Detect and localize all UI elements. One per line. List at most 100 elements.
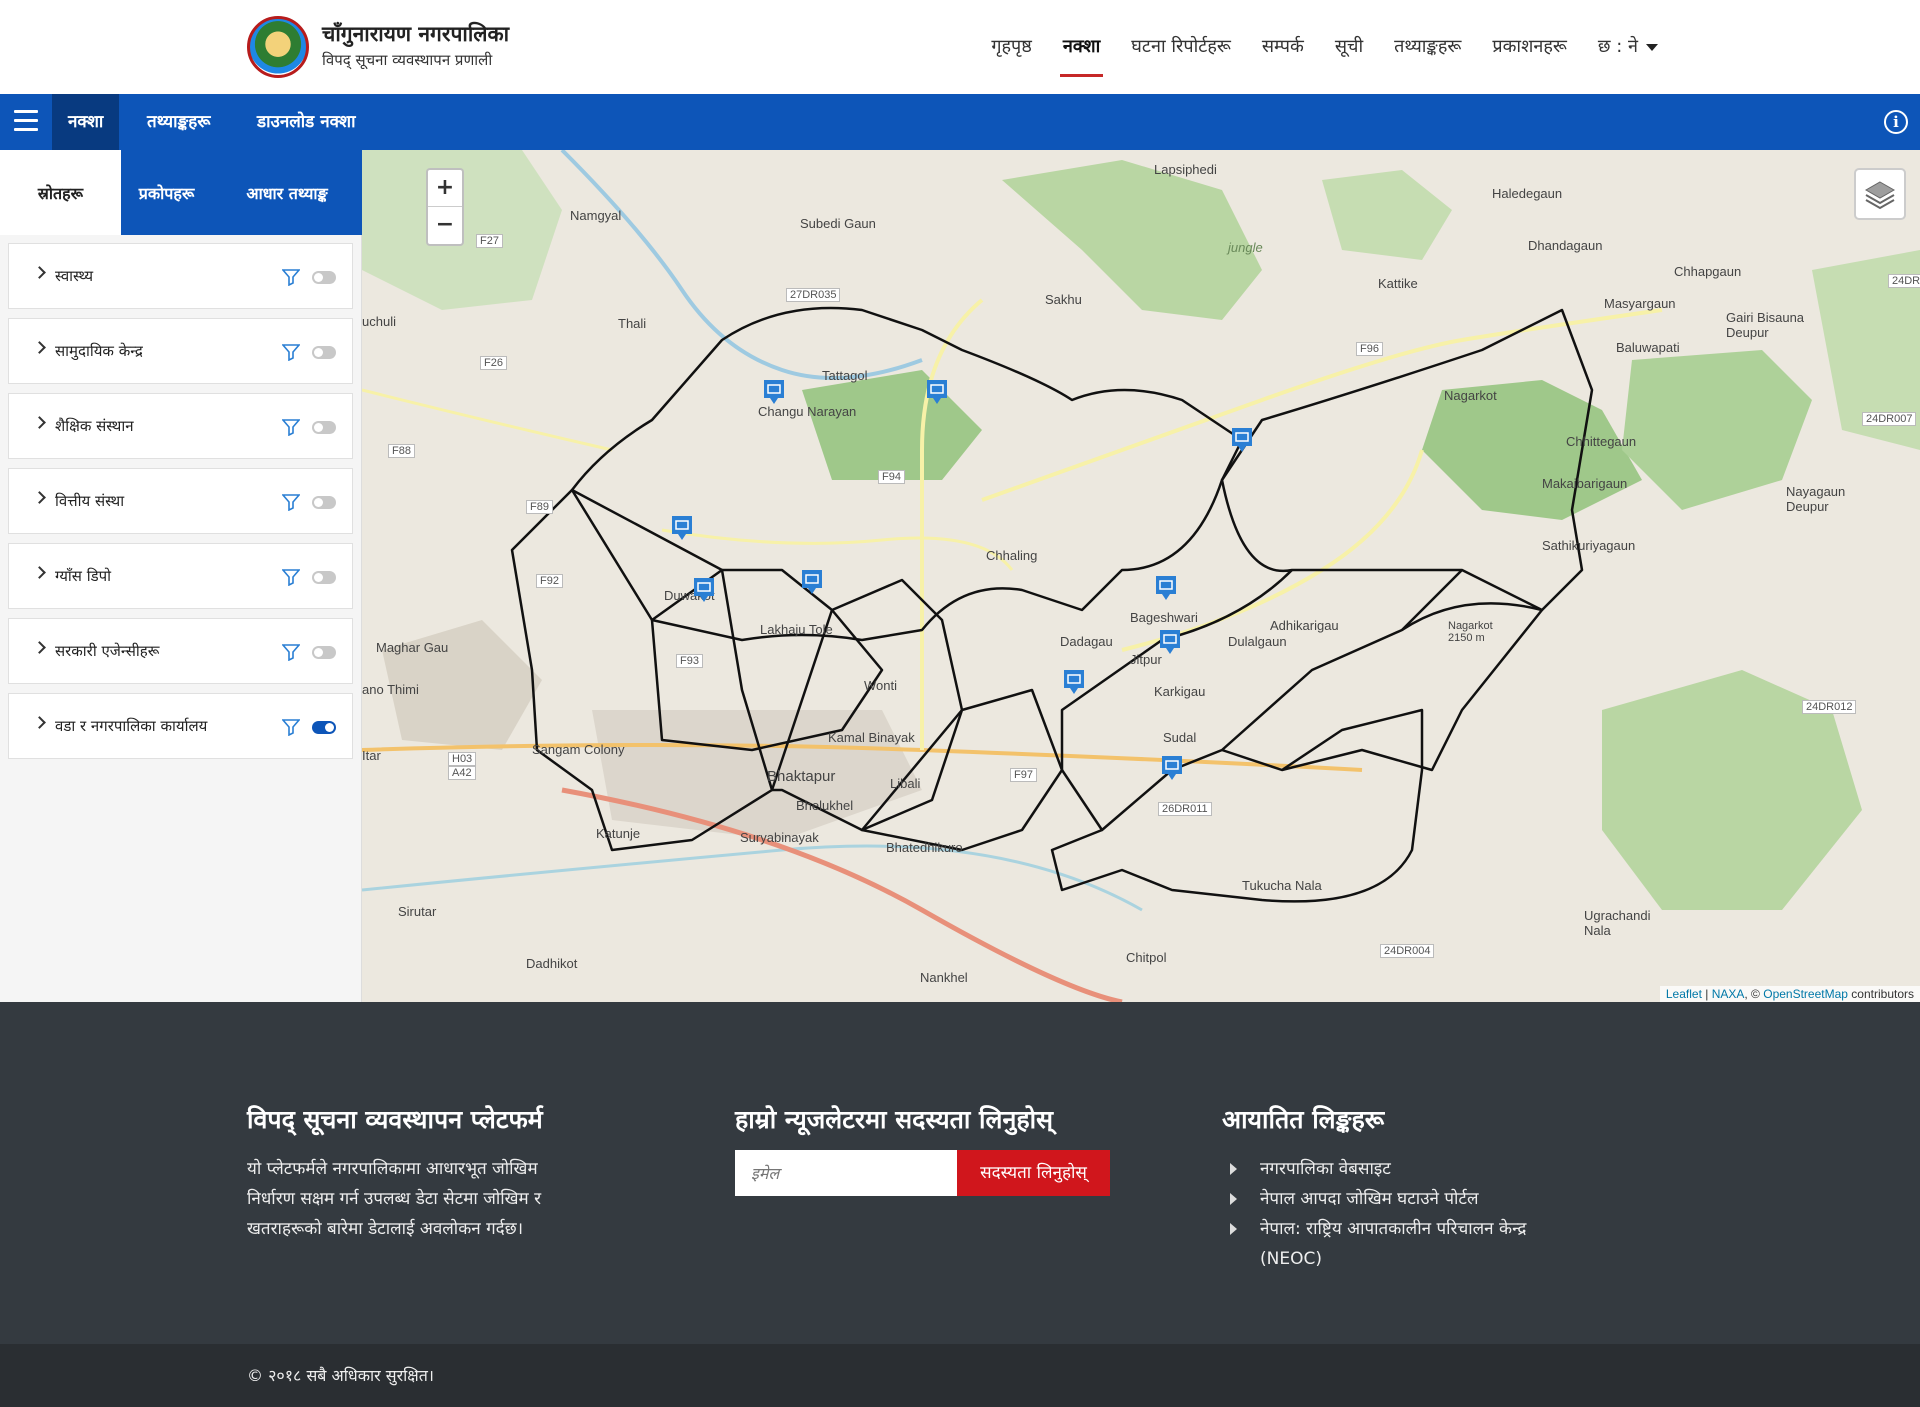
map-place-label: Dadhikot	[526, 956, 578, 971]
filter-icon[interactable]	[282, 718, 300, 736]
road-label: 24DR004	[1380, 944, 1435, 958]
zoom-control: + −	[426, 168, 464, 246]
nav-home[interactable]: गृहपृष्ठ	[991, 0, 1032, 94]
road-label: F88	[388, 444, 415, 458]
layer-toggle[interactable]	[312, 346, 336, 359]
road-label: 24DR012	[1802, 700, 1857, 714]
map-place-label: Sirutar	[398, 904, 437, 919]
nav-contact[interactable]: सम्पर्क	[1262, 0, 1304, 94]
ward-office-marker-icon[interactable]	[1158, 628, 1182, 656]
map-toolbar: नक्शा तथ्याङ्कहरू डाउनलोड नक्शा i	[0, 94, 1920, 150]
nav-map[interactable]: नक्शा	[1059, 0, 1104, 94]
layer-item-community-center[interactable]: सामुदायिक केन्द्र	[8, 318, 353, 384]
tab-resources[interactable]: स्रोतहरू	[0, 150, 121, 235]
language-selector[interactable]: छ : ने	[1598, 0, 1658, 94]
road-label: A42	[448, 766, 476, 780]
ward-office-marker-icon[interactable]	[762, 378, 786, 406]
nav-list[interactable]: सूची	[1335, 0, 1363, 94]
layer-toggle[interactable]	[312, 496, 336, 509]
layers-icon	[1864, 181, 1896, 210]
nav-publications[interactable]: प्रकाशनहरू	[1492, 0, 1567, 94]
layer-item-education[interactable]: शैक्षिक संस्थान	[8, 393, 353, 459]
filter-icon[interactable]	[282, 568, 300, 586]
ward-office-marker-icon[interactable]	[670, 514, 694, 542]
map-place-label: Nankhel	[920, 970, 968, 985]
layer-toggle[interactable]	[312, 271, 336, 284]
ward-office-marker-icon[interactable]	[1160, 754, 1184, 782]
map-place-label: Lakhaju Tole	[760, 622, 833, 637]
tab-hazards[interactable]: प्रकोपहरू	[121, 150, 212, 235]
filter-icon[interactable]	[282, 643, 300, 661]
filter-icon[interactable]	[282, 418, 300, 436]
zoom-in-button[interactable]: +	[428, 170, 462, 207]
info-icon[interactable]: i	[1884, 110, 1908, 134]
map-place-label: Masyargaun	[1604, 296, 1676, 311]
map-canvas[interactable]: Lapsiphedi Haledegaun Namgyal Subedi Gau…	[362, 150, 1920, 1002]
ward-office-marker-icon[interactable]	[800, 568, 824, 596]
nav-statistics[interactable]: तथ्याङ्कहरू	[1394, 0, 1461, 94]
road-label: F27	[476, 234, 503, 248]
map-place-label: Adhikarigau	[1270, 618, 1339, 633]
footer-about: विपद् सूचना व्यवस्थापन प्लेटफर्म यो प्ले…	[247, 1102, 587, 1244]
hamburger-menu-icon[interactable]	[14, 110, 38, 132]
layer-toggle[interactable]	[312, 721, 336, 734]
tab-base-data[interactable]: आधार तथ्याङ्क	[212, 150, 362, 235]
ward-office-marker-icon[interactable]	[1230, 426, 1254, 454]
subtab-map[interactable]: नक्शा	[52, 94, 120, 150]
map-place-label: Bhaktapur	[767, 768, 836, 785]
map-place-label: Bhelukhel	[796, 798, 854, 813]
filter-icon[interactable]	[282, 268, 300, 286]
map-place-label: Dulalgaun	[1228, 634, 1287, 649]
layer-item-health[interactable]: स्वास्थ्य	[8, 243, 353, 309]
layer-toggle[interactable]	[312, 421, 336, 434]
osm-link[interactable]: OpenStreetMap	[1763, 987, 1848, 1001]
email-input[interactable]	[735, 1150, 957, 1196]
zoom-out-button[interactable]: −	[428, 207, 462, 244]
link-municipality-website[interactable]: नगरपालिका वेबसाइट	[1222, 1154, 1582, 1184]
map-place-label: Bageshwari	[1130, 610, 1198, 625]
road-label: F96	[1356, 342, 1383, 356]
map-place-label: Gairi Bisauna Deupur	[1726, 310, 1805, 340]
map-place-label: Itar	[362, 748, 381, 763]
municipality-logo[interactable]	[247, 16, 309, 78]
subscribe-button[interactable]: सदस्यता लिनुहोस्	[957, 1150, 1110, 1196]
map-place-label: Dadagau	[1060, 634, 1113, 649]
link-neoc[interactable]: नेपाल: राष्ट्रिय आपातकालीन परिचालन केन्द…	[1222, 1214, 1582, 1274]
layer-item-ward-offices[interactable]: वडा र नगरपालिका कार्यालय	[8, 693, 353, 759]
subtab-statistics[interactable]: तथ्याङ्कहरू	[147, 94, 211, 150]
map-place-label: Sakhu	[1045, 292, 1082, 307]
naxa-link[interactable]: NAXA	[1712, 987, 1745, 1001]
map-place-label: Nayagaun Deupur	[1786, 484, 1846, 514]
site-title[interactable]: चाँगुनारायण नगरपालिका	[322, 20, 509, 48]
filter-icon[interactable]	[282, 343, 300, 361]
link-drr-portal[interactable]: नेपाल आपदा जोखिम घटाउने पोर्टल	[1222, 1184, 1582, 1214]
map-place-label: Kamal Binayak	[828, 730, 915, 745]
ward-office-marker-icon[interactable]	[1154, 574, 1178, 602]
map-place-label: Katunje	[596, 826, 641, 841]
top-header: चाँगुनारायण नगरपालिका विपद् सूचना व्यवस्…	[0, 0, 1920, 94]
layer-item-gas-depot[interactable]: ग्याँस डिपो	[8, 543, 353, 609]
filter-icon[interactable]	[282, 493, 300, 511]
layers-control-button[interactable]	[1854, 168, 1906, 220]
layer-label: सामुदायिक केन्द्र	[55, 342, 143, 360]
chevron-right-icon	[33, 641, 46, 654]
nav-incident-reports[interactable]: घटना रिपोर्टहरू	[1131, 0, 1231, 94]
layer-toggle[interactable]	[312, 571, 336, 584]
map-place-label: Lapsiphedi	[1154, 162, 1217, 177]
layer-toggle[interactable]	[312, 646, 336, 659]
chevron-right-icon	[33, 266, 46, 279]
map-place-label: Changu Narayan	[758, 404, 857, 419]
layer-item-government-agencies[interactable]: सरकारी एजेन्सीहरू	[8, 618, 353, 684]
subtab-download-map[interactable]: डाउनलोड नक्शा	[257, 94, 356, 150]
map-place-label: Sangam Colony	[532, 742, 625, 757]
ward-office-marker-icon[interactable]	[925, 378, 949, 406]
road-label: 26DR011	[1158, 802, 1212, 816]
leaflet-link[interactable]: Leaflet	[1666, 987, 1702, 1001]
ward-office-marker-icon[interactable]	[692, 576, 716, 604]
ward-office-marker-icon[interactable]	[1062, 668, 1086, 696]
links-list: नगरपालिका वेबसाइट नेपाल आपदा जोखिम घटाउन…	[1222, 1154, 1582, 1274]
footer: विपद् सूचना व्यवस्थापन प्लेटफर्म यो प्ले…	[0, 1002, 1920, 1344]
chevron-right-icon	[33, 341, 46, 354]
road-label: F94	[878, 470, 905, 484]
layer-item-finance[interactable]: वित्तीय संस्था	[8, 468, 353, 534]
